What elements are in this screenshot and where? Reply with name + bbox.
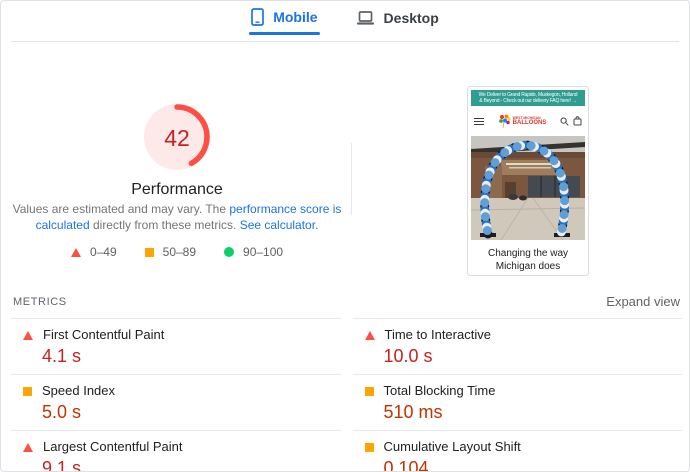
- legend-range-fail: 0–49: [89, 245, 117, 259]
- metric-total-blocking-time: Total Blocking Time 510 ms: [352, 374, 682, 430]
- desktop-laptop-icon: [356, 10, 375, 26]
- metric-first-contentful-paint: First Contentful Paint 4.1 s: [11, 318, 341, 374]
- metric-status-icon: [23, 442, 33, 452]
- score-legend: 0–49 50–89 90–100: [70, 245, 283, 259]
- expand-view-button[interactable]: Expand view: [606, 294, 680, 309]
- metrics-grid: First Contentful Paint 4.1 s Speed Index…: [11, 318, 682, 472]
- metric-status-icon: [364, 386, 374, 396]
- metrics-heading: METRICS: [13, 295, 67, 308]
- balloon-bunch-icon: [498, 114, 511, 128]
- metric-value: 510 ms: [383, 402, 443, 422]
- preview-panel: We Deliver to Grand Rapids, Muskegon, Ho…: [467, 86, 589, 286]
- metrics-column-left: First Contentful Paint 4.1 s Speed Index…: [11, 318, 341, 472]
- mobile-phone-icon: [251, 8, 265, 26]
- device-tabbar: Mobile Desktop: [1, 1, 689, 35]
- hero-photo-balloon-arch: [471, 136, 585, 240]
- legend-range-pass: 90–100: [243, 245, 284, 259]
- search-icon: [560, 117, 569, 126]
- metric-cumulative-layout-shift: Cumulative Layout Shift 0.104: [352, 430, 682, 472]
- site-header-icons: [560, 116, 582, 126]
- summary-section: 42 Performance Values are estimated and …: [1, 42, 689, 286]
- metric-time-to-interactive: Time to Interactive 10.0 s: [352, 318, 682, 374]
- legend-range-average: 50–89: [162, 245, 197, 259]
- tab-desktop-label: Desktop: [383, 10, 439, 26]
- site-logo: WEST MICHIGAN BALLOONS: [498, 114, 547, 129]
- site-logo-text: WEST MICHIGAN BALLOONS: [513, 116, 547, 127]
- score-panel: 42 Performance Values are estimated and …: [1, 42, 353, 286]
- performance-score: 42: [164, 124, 190, 151]
- score-description: Values are estimated and may vary. The p…: [11, 201, 343, 233]
- legend-item-fail: 0–49: [70, 245, 117, 259]
- metrics-section: METRICS Expand view First Contentful Pai…: [1, 286, 689, 472]
- metric-label: Time to Interactive: [384, 327, 491, 342]
- metric-label: First Contentful Paint: [43, 327, 165, 342]
- summary-divider: [351, 143, 352, 215]
- metric-value: 9.1 s: [42, 458, 82, 472]
- metric-value: 4.1 s: [42, 346, 82, 366]
- hamburger-menu-icon: [474, 116, 484, 127]
- metric-label: Largest Contentful Paint: [43, 439, 183, 454]
- site-header: WEST MICHIGAN BALLOONS: [471, 106, 585, 136]
- tab-mobile[interactable]: Mobile: [249, 2, 320, 35]
- metric-status-icon: [364, 442, 374, 452]
- performance-gauge: 42: [143, 103, 211, 171]
- metric-status-icon: [23, 330, 33, 340]
- desc-text-2: directly from these metrics.: [89, 218, 240, 232]
- legend-item-average: 50–89: [144, 245, 197, 259]
- metric-label: Total Blocking Time: [383, 383, 496, 398]
- shopping-bag-icon: [573, 116, 582, 126]
- site-promo-banner: We Deliver to Grand Rapids, Muskegon, Ho…: [471, 90, 585, 106]
- metric-value: 10.0 s: [383, 346, 433, 366]
- metric-label: Cumulative Layout Shift: [383, 439, 521, 454]
- pass-circle-icon: [224, 247, 235, 257]
- metric-status-icon: [364, 330, 375, 340]
- metrics-header: METRICS Expand view: [11, 286, 682, 318]
- caption-line-1: Changing the way: [487, 248, 569, 259]
- page-screenshot-thumbnail: We Deliver to Grand Rapids, Muskegon, Ho…: [467, 86, 589, 276]
- desc-text-1: Values are estimated and may vary. The: [12, 202, 230, 216]
- caption-line-2: Michigan does: [495, 261, 561, 272]
- banner-line-2: & Beyond - Check out our delivery FAQ he…: [479, 98, 577, 104]
- metrics-column-right: Time to Interactive 10.0 s Total Blockin…: [352, 318, 682, 472]
- metric-speed-index: Speed Index 5.0 s: [11, 374, 341, 430]
- tab-mobile-label: Mobile: [273, 9, 318, 25]
- metric-value: 5.0 s: [42, 402, 82, 422]
- legend-item-pass: 90–100: [224, 245, 283, 259]
- metric-largest-contentful-paint: Largest Contentful Paint 9.1 s: [11, 430, 341, 472]
- page-caption: Changing the way Michigan does: [471, 240, 585, 273]
- metric-status-icon: [23, 386, 32, 396]
- metric-label: Speed Index: [42, 383, 116, 398]
- see-calculator-link[interactable]: See calculator.: [240, 218, 319, 232]
- fail-triangle-icon: [70, 247, 81, 257]
- tab-desktop[interactable]: Desktop: [354, 4, 441, 35]
- metric-value: 0.104: [383, 458, 429, 472]
- performance-title: Performance: [131, 181, 223, 198]
- pagespeed-report: Mobile Desktop 42 Performance Values are…: [0, 0, 690, 472]
- average-square-icon: [144, 247, 154, 257]
- logo-line-2: BALLOONS: [512, 119, 547, 126]
